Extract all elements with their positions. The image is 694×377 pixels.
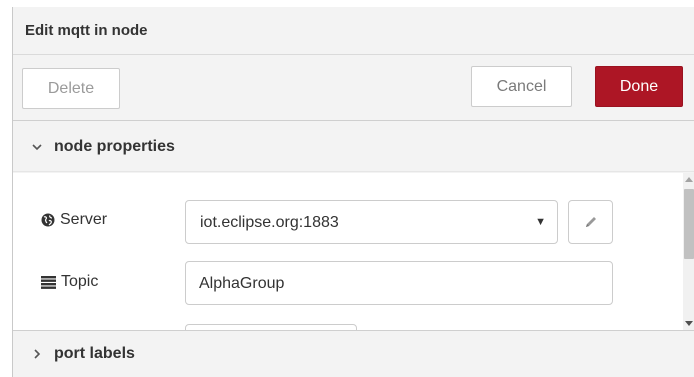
node-properties-content: Server iot.eclipse.org:1883 ▼ Topic Alph… (13, 173, 683, 330)
chevron-right-icon (30, 347, 44, 362)
topic-value: AlphaGroup (199, 275, 285, 292)
list-icon (41, 275, 56, 289)
scroll-thumb[interactable] (684, 189, 694, 259)
edit-server-button[interactable] (568, 200, 613, 244)
server-select[interactable]: iot.eclipse.org:1883 ▼ (185, 200, 558, 244)
tray-header: Edit mqtt in node (13, 7, 694, 55)
topic-input[interactable]: AlphaGroup (185, 261, 613, 305)
topic-label: Topic (61, 273, 99, 290)
scroll-up-icon[interactable] (685, 177, 693, 182)
content-scrollbar[interactable] (683, 173, 694, 330)
section-port-labels[interactable]: port labels (13, 330, 694, 377)
cancel-button[interactable]: Cancel (471, 66, 572, 107)
pencil-icon (585, 217, 596, 227)
server-label: Server (60, 211, 108, 228)
section-node-properties[interactable]: node properties (13, 122, 694, 172)
delete-button[interactable]: Delete (22, 68, 120, 109)
topic-label-row: Topic (41, 273, 98, 291)
globe-icon (41, 213, 55, 227)
server-value: iot.eclipse.org:1883 (200, 214, 339, 231)
tray-toolbar: Delete Cancel Done (13, 56, 694, 121)
section-label: node properties (54, 137, 175, 155)
server-label-row: Server (41, 211, 107, 229)
scroll-down-icon[interactable] (685, 321, 693, 326)
caret-down-icon: ▼ (535, 216, 546, 228)
page-title: Edit mqtt in node (25, 22, 148, 39)
done-button[interactable]: Done (595, 66, 683, 107)
section-label: port labels (54, 345, 135, 362)
chevron-down-icon (30, 139, 44, 154)
edit-node-tray: Edit mqtt in node Delete Cancel Done nod… (12, 7, 694, 377)
